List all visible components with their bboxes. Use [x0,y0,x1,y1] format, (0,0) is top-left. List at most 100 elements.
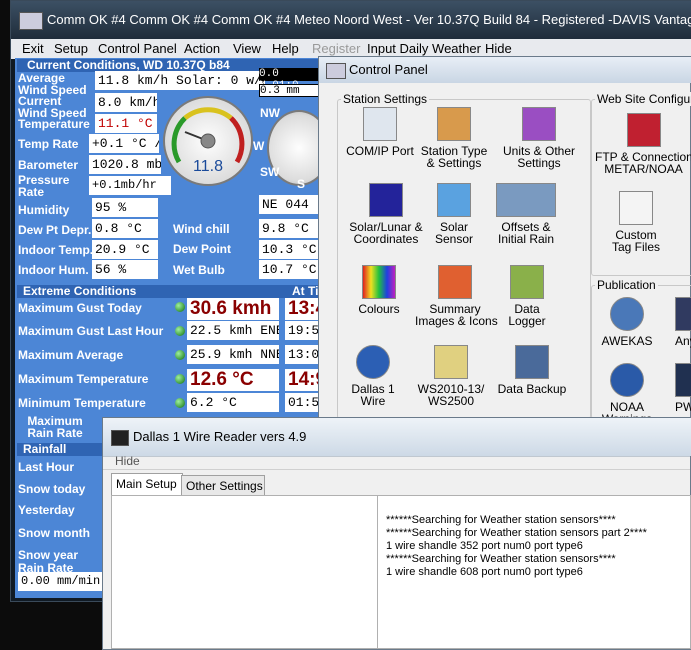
solar-lunar-item[interactable]: Solar/Lunar & Coordinates [349,183,423,245]
max-average-time: 13:08 [285,345,320,364]
menu-register[interactable]: Register [312,41,360,56]
rainfall-title: Rainfall [17,443,103,456]
menu-action[interactable]: Action [184,41,220,56]
tab-main-setup[interactable]: Main Setup [111,473,183,496]
max-average-label: Maximum Average [18,348,124,362]
dallas-reader-window: Dallas 1 Wire Reader vers 4.9 Hide Main … [102,417,691,650]
menu-help[interactable]: Help [272,41,299,56]
com-ip-port-label: COM/IP Port [346,144,414,158]
indoor-hum-value: 56 % [92,260,158,279]
max-gust-hour-label: Maximum Gust Last Hour [18,324,164,338]
status-box-2: 0.3 mm [259,84,320,97]
units-settings-label: Units & Other Settings [502,144,576,170]
data-logger-item[interactable]: Data Logger [497,265,557,327]
max-gust-hour-value: 22.5 kmh ENE [187,321,279,340]
noaa-warnings-item[interactable]: NOAA Warnings [599,363,655,425]
backup-icon [515,345,549,379]
awekas-label: AWEKAS [601,334,653,348]
menu-hide[interactable]: Hide [485,41,512,56]
any-item[interactable]: Any [667,297,691,347]
min-temperature-time: 01:57 [285,393,320,412]
colours-item[interactable]: Colours [349,265,409,315]
awekas-item[interactable]: AWEKAS [599,297,655,347]
mountain-rain-icon [496,183,556,217]
colours-label: Colours [358,302,400,316]
control-panel-icon [326,63,346,79]
dallas-title-bar[interactable]: Dallas 1 Wire Reader vers 4.9 [103,418,691,456]
house-icon [438,265,472,299]
control-panel-title-bar[interactable]: Control Panel [319,57,691,83]
com-ip-port-item[interactable]: COM/IP Port [339,107,421,157]
any-label: Any [675,334,691,348]
com-port-icon [363,107,397,141]
compass-s: S [297,177,306,191]
wind-speed-gauge: 11.8 [163,96,253,186]
temp-rate-label: Temp Rate [18,137,79,151]
noaa-icon [610,363,644,397]
ftp-connections-item[interactable]: FTP & Connections METAR/NOAA [595,113,691,175]
units-settings-item[interactable]: Units & Other Settings [497,107,581,169]
max-temperature-value: 12.6 °C [187,369,279,391]
max-gust-today-label: Maximum Gust Today [18,301,142,315]
window-title: Comm OK #4 Comm OK #4 Comm OK #4 Meteo N… [47,12,691,27]
yesterday-label: Yesterday [18,503,75,517]
any-icon [675,297,691,331]
pressure-rate-value: +0.1mb/hr [89,176,171,195]
dallas-menu-hide[interactable]: Hide [115,455,140,467]
control-panel-title: Control Panel [349,62,428,77]
ftp-connections-label: FTP & Connections METAR/NOAA [595,150,691,176]
data-backup-item[interactable]: Data Backup [493,345,571,395]
menu-view[interactable]: View [233,41,261,56]
dew-point-value: 10.3 °C [259,240,320,259]
log-line: ******Searching for Weather station sens… [386,527,647,539]
moon-icon [369,183,403,217]
sensor-log: ******Searching for Weather station sens… [386,514,647,579]
wet-bulb-label: Wet Bulb [173,263,225,277]
menu-exit[interactable]: Exit [22,41,44,56]
custom-tag-files-item[interactable]: Custom Tag Files [603,191,669,253]
menu-setup[interactable]: Setup [54,41,88,56]
dewpt-depr-value: 0.8 °C [92,219,158,238]
solar-value: Solar: 0 w/m2 [176,73,265,88]
pws-item[interactable]: PWS [667,363,691,413]
last-hour-label: Last Hour [18,460,75,474]
log-line: 1 wire shandle 608 port num0 port type6 [386,566,583,578]
info-icon [356,345,390,379]
summary-images-item[interactable]: Summary Images & Icons [415,265,498,328]
max-gust-hour-time: 19:51 [285,321,320,340]
station-settings-title: Station Settings [341,92,430,106]
indoor-temp-value: 20.9 °C [92,240,158,259]
publication-title: Publication [595,278,658,292]
log-line: ******Searching for Weather station sens… [386,514,616,526]
extreme-conditions-title: Extreme Conditions [17,285,289,298]
station-type-item[interactable]: Station Type & Settings [419,107,489,169]
humidity-value: 95 % [92,198,158,217]
dewpt-depr-label: Dew Pt Depr. [18,223,92,237]
pws-icon [675,363,691,397]
title-bar[interactable]: Comm OK #4 Comm OK #4 Comm OK #4 Meteo N… [11,1,691,39]
dallas-1-wire-item[interactable]: Dallas 1 Wire [345,345,401,407]
status-dot [175,398,185,408]
pressure-rate-label: Pressure Rate [18,173,70,199]
status-dot [175,350,185,360]
max-temperature-time: 14:9 [285,369,320,391]
cur-wind-value: 8.0 km/h [95,93,157,112]
menu-control-panel[interactable]: Control Panel [98,41,177,56]
ws2010-icon [434,345,468,379]
avg-wind-number: 11.8 km/h [98,73,169,88]
dallas-1-wire-label: Dallas 1 Wire [351,382,395,408]
max-gust-today-time: 13:4 [285,298,320,320]
summary-images-label: Summary Images & Icons [415,302,498,328]
avg-wind-label: Average Wind Speed [18,71,87,97]
ws2010-item[interactable]: WS2010-13/ WS2500 [411,345,491,407]
left-blank-panel [112,496,378,648]
menu-input-daily-weather[interactable]: Input Daily Weather [367,41,481,56]
solar-sensor-item[interactable]: Solar Sensor [424,183,484,245]
snow-year-label: Snow year [18,548,79,562]
humidity-label: Humidity [18,203,70,217]
divider [103,469,690,470]
wind-chill-label: Wind chill [173,222,230,236]
offsets-item[interactable]: Offsets & Initial Rain [491,183,561,245]
temperature-label: Temperature [18,117,90,131]
tab-other-settings[interactable]: Other Settings [181,475,265,496]
